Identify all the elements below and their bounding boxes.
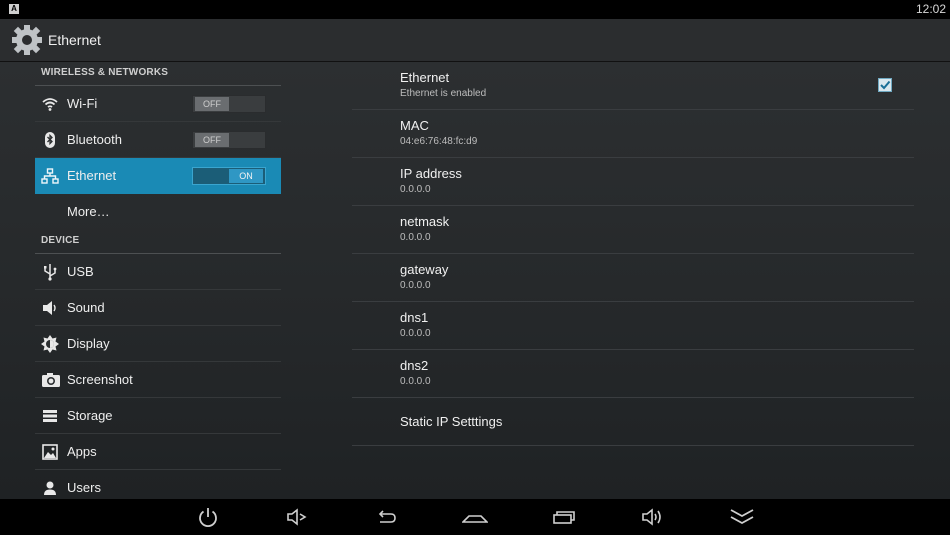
usb-icon xyxy=(41,263,59,281)
netmask-item[interactable]: netmask 0.0.0.0 xyxy=(352,206,914,254)
item-title: Static IP Setttings xyxy=(400,414,503,429)
sidebar-item-label: Storage xyxy=(67,408,113,423)
item-summary: 0.0.0.0 xyxy=(400,280,431,291)
item-title: netmask xyxy=(400,214,450,229)
item-summary: 0.0.0.0 xyxy=(400,376,431,387)
settings-content: WIRELESS & NETWORKS Wi-Fi OFF Bluetooth … xyxy=(0,62,950,499)
action-bar: Ethernet xyxy=(0,19,950,62)
dns2-item[interactable]: dns2 0.0.0.0 xyxy=(352,350,914,398)
sidebar-item-label: Ethernet xyxy=(67,168,117,183)
item-title: dns1 xyxy=(400,310,429,325)
item-title: Ethernet xyxy=(400,70,450,85)
sidebar-item-sound[interactable]: Sound xyxy=(35,290,281,326)
sidebar-item-label: Display xyxy=(67,336,110,351)
sidebar-item-storage[interactable]: Storage xyxy=(35,398,281,434)
sidebar-item-usb[interactable]: USB xyxy=(35,254,281,290)
ethernet-toggle[interactable]: ON xyxy=(192,167,266,185)
settings-sidebar: WIRELESS & NETWORKS Wi-Fi OFF Bluetooth … xyxy=(35,62,281,499)
toggle-state: ON xyxy=(229,169,263,183)
app-notification-icon: A xyxy=(9,4,19,14)
brightness-icon xyxy=(41,335,59,353)
toggle-state: OFF xyxy=(195,133,229,147)
ethernet-enabled-checkbox[interactable] xyxy=(878,78,892,92)
sidebar-item-label: Screenshot xyxy=(67,372,133,387)
toggle-state: OFF xyxy=(195,97,229,111)
item-title: gateway xyxy=(400,262,449,277)
volume-up-icon[interactable] xyxy=(640,505,664,529)
ethernet-enable-item[interactable]: Ethernet Ethernet is enabled xyxy=(352,62,914,110)
status-bar: A 12:02 xyxy=(0,0,950,19)
apps-icon xyxy=(41,443,59,461)
static-ip-settings-item[interactable]: Static IP Setttings xyxy=(352,398,914,446)
bluetooth-icon xyxy=(41,131,59,149)
home-icon[interactable] xyxy=(462,505,488,529)
gateway-item[interactable]: gateway 0.0.0.0 xyxy=(352,254,914,302)
section-header-wireless: WIRELESS & NETWORKS xyxy=(35,62,281,86)
user-icon xyxy=(41,479,59,497)
bluetooth-toggle[interactable]: OFF xyxy=(192,131,266,149)
sidebar-item-apps[interactable]: Apps xyxy=(35,434,281,470)
item-title: dns2 xyxy=(400,358,429,373)
item-summary: Ethernet is enabled xyxy=(400,88,487,99)
sidebar-item-more[interactable]: More… xyxy=(35,194,281,230)
clock: 12:02 xyxy=(915,2,946,16)
sidebar-item-wifi[interactable]: Wi-Fi OFF xyxy=(35,86,281,122)
dns1-item[interactable]: dns1 0.0.0.0 xyxy=(352,302,914,350)
storage-icon xyxy=(41,407,59,425)
ethernet-icon xyxy=(41,167,59,185)
sidebar-item-screenshot[interactable]: Screenshot xyxy=(35,362,281,398)
navigation-bar xyxy=(0,499,950,535)
mac-item[interactable]: MAC 04:e6:76:48:fc:d9 xyxy=(352,110,914,158)
page-title: Ethernet xyxy=(48,32,101,48)
sidebar-item-label: More… xyxy=(67,204,110,219)
volume-down-icon[interactable] xyxy=(284,505,308,529)
item-title: MAC xyxy=(400,118,429,133)
wifi-icon xyxy=(41,95,59,113)
sidebar-item-ethernet[interactable]: Ethernet ON xyxy=(35,158,281,194)
item-title: IP address xyxy=(400,166,462,181)
sidebar-item-label: Bluetooth xyxy=(67,132,122,147)
ip-address-item[interactable]: IP address 0.0.0.0 xyxy=(352,158,914,206)
item-summary: 0.0.0.0 xyxy=(400,328,431,339)
wifi-toggle[interactable]: OFF xyxy=(192,95,266,113)
power-icon[interactable] xyxy=(196,505,220,529)
item-summary: 0.0.0.0 xyxy=(400,184,431,195)
recent-apps-icon[interactable] xyxy=(552,505,576,529)
back-icon[interactable] xyxy=(374,505,398,529)
camera-icon xyxy=(41,371,60,389)
sidebar-item-label: Users xyxy=(67,480,101,495)
ethernet-detail-list: Ethernet Ethernet is enabled MAC 04:e6:7… xyxy=(352,62,914,446)
item-summary: 0.0.0.0 xyxy=(400,232,431,243)
settings-gear-icon[interactable] xyxy=(10,23,44,57)
sidebar-item-bluetooth[interactable]: Bluetooth OFF xyxy=(35,122,281,158)
item-summary: 04:e6:76:48:fc:d9 xyxy=(400,136,478,147)
speaker-icon xyxy=(41,299,59,317)
sidebar-item-label: Sound xyxy=(67,300,105,315)
hide-bar-icon[interactable] xyxy=(729,505,754,529)
sidebar-item-label: USB xyxy=(67,264,94,279)
sidebar-item-display[interactable]: Display xyxy=(35,326,281,362)
sidebar-item-label: Apps xyxy=(67,444,97,459)
section-header-device: DEVICE xyxy=(35,230,281,254)
sidebar-item-label: Wi-Fi xyxy=(67,96,98,111)
